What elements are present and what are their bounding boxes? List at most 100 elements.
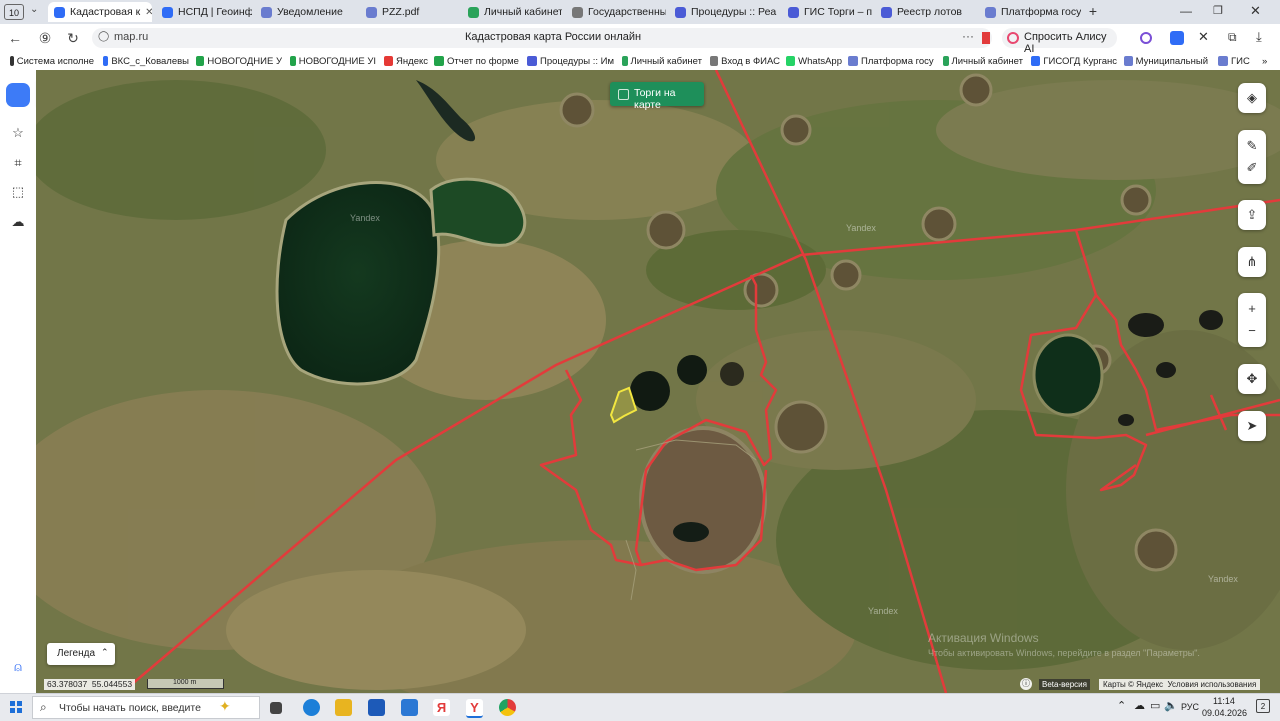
tab-list-chevron-icon[interactable]: ⌄ <box>30 4 38 15</box>
clock-time[interactable]: 11:14 <box>1213 696 1235 706</box>
extension-icon-2[interactable] <box>1170 31 1184 45</box>
chrome-icon[interactable] <box>499 699 516 716</box>
url-field[interactable]: ◯ map.ru Кадастровая карта России онлайн… <box>92 28 992 48</box>
measure-icon[interactable]: ⌗ <box>9 154 27 172</box>
checkbox-icon <box>618 89 629 100</box>
tab-favicon-icon <box>162 6 173 18</box>
edit-icon[interactable]: ✐ <box>1238 157 1266 179</box>
share-button[interactable]: ⋔ <box>1238 247 1266 277</box>
upload-button[interactable]: ⇪ <box>1238 200 1266 230</box>
geolocation-button[interactable]: ➤ <box>1238 411 1266 441</box>
bookmark-item[interactable]: ГИСОГД Курганс <box>1031 54 1117 68</box>
download-icon[interactable]: ⤓ <box>1256 29 1262 45</box>
bookmark-favicon-icon <box>943 56 949 66</box>
bookmark-item[interactable]: Муниципальный <box>1124 54 1208 68</box>
bookmark-favicon-icon <box>1218 56 1228 66</box>
satellite-map[interactable]: Yandex Yandex Yandex Yandex Торги на кар… <box>36 70 1280 693</box>
browser-tab[interactable]: Уведомление <box>255 2 357 22</box>
map-copyright[interactable]: Карты © Яндекс Условия использования <box>1099 679 1261 690</box>
info-icon[interactable]: ⓘ <box>1020 678 1032 690</box>
map-canvas[interactable] <box>36 70 1280 693</box>
file-explorer-icon[interactable] <box>335 699 352 716</box>
tray-chevron-icon[interactable]: ⌃ <box>1117 699 1126 712</box>
bookmark-item[interactable]: Личный кабинет <box>622 54 702 68</box>
bookmark-item[interactable]: ГИС <box>1218 54 1258 68</box>
bookmark-item[interactable]: Процедуры :: Им <box>527 54 615 68</box>
browser-tab[interactable]: Государственный <box>566 2 666 22</box>
task-view-icon[interactable] <box>270 702 282 714</box>
favorites-star-icon[interactable]: ☆ <box>9 124 27 142</box>
new-tab-button[interactable]: + <box>1085 3 1101 19</box>
minimize-icon[interactable]: — <box>1180 4 1192 18</box>
activation-subtitle: Чтобы активировать Windows, перейдите в … <box>928 648 1200 658</box>
browser-tab[interactable]: ГИС Торги – прод <box>782 2 872 22</box>
extension-icon-1[interactable] <box>1140 32 1152 44</box>
user-icon[interactable]: ⍝ <box>9 658 27 676</box>
url-text: map.ru <box>114 31 149 43</box>
bookmark-item[interactable]: Платформа госу <box>848 54 934 68</box>
close-tab-icon[interactable]: ✕ <box>145 7 152 18</box>
clock-date[interactable]: 09.04.2026 <box>1202 708 1247 718</box>
bookmark-item[interactable]: Вход в ФИАС <box>710 54 780 68</box>
auctions-on-map-toggle[interactable]: Торги на карте <box>610 82 704 111</box>
extension-icon-3[interactable]: ✕ <box>1198 29 1209 45</box>
bookmark-item[interactable]: Система исполне <box>10 54 94 68</box>
bookmark-item[interactable]: ВКС_с_Ковалевы <box>103 54 189 68</box>
tab-label: Уведомление <box>277 6 343 18</box>
alice-button[interactable]: Спросить Алису AI <box>1002 28 1117 55</box>
pencil-icon[interactable]: ✎ <box>1238 135 1266 157</box>
legend-button[interactable]: Легенда ⌃ <box>47 643 115 665</box>
bookmark-flag-icon[interactable] <box>982 32 990 44</box>
zoom-in-icon[interactable]: + <box>1238 298 1266 320</box>
browser-tab-bar: 10 ⌄ Кадастровая к ✕ НСПД | Геоинфор Уведом… <box>0 0 1280 24</box>
browser-tab[interactable]: Личный кабинет <box>462 2 562 22</box>
zoom-out-icon[interactable]: − <box>1238 320 1266 342</box>
yandex-browser-icon[interactable]: Y <box>466 699 483 718</box>
yandex-icon[interactable]: Я <box>433 699 450 716</box>
taskbar-search[interactable]: ⌕ Чтобы начать поиск, введите ✦ <box>32 696 260 719</box>
bookmark-item[interactable]: Яндекс <box>384 54 428 68</box>
edge-icon[interactable] <box>303 699 320 716</box>
browser-tab[interactable]: НСПД | Геоинфор <box>156 2 252 22</box>
app-logo-icon[interactable] <box>6 83 30 107</box>
notifications-icon[interactable]: 2 <box>1256 699 1270 713</box>
tab-favicon-icon <box>468 6 479 18</box>
windows-start-icon[interactable] <box>10 701 22 713</box>
bookmark-item[interactable]: Отчет по форме <box>434 54 520 68</box>
volume-icon[interactable]: 🔈 <box>1164 699 1178 712</box>
beta-badge[interactable]: Beta-версия <box>1039 679 1090 690</box>
tab-counter[interactable]: 10 <box>4 4 24 20</box>
input-language[interactable]: РУС <box>1181 702 1199 712</box>
browser-tab[interactable]: Платформа госуд <box>979 2 1081 22</box>
cloud-icon[interactable]: ☁ <box>9 213 27 231</box>
bookmark-favicon-icon <box>710 56 719 66</box>
browser-tab[interactable]: Процедуры :: Реа <box>669 2 779 22</box>
onedrive-icon[interactable]: ☁ <box>1134 699 1145 712</box>
bookmark-item[interactable]: НОВОГОДНИЕ УІ <box>290 54 376 68</box>
select-area-icon[interactable]: ⬚ <box>9 183 27 201</box>
bookmark-label: ГИСОГД Курганс <box>1043 55 1117 67</box>
outlook-icon[interactable] <box>401 699 418 716</box>
network-icon[interactable]: ▭ <box>1150 699 1160 712</box>
layers-icon: ◈ <box>1247 90 1257 105</box>
chevron-up-icon: ⌃ <box>101 647 109 657</box>
bookmarks-overflow-icon[interactable]: » <box>1262 54 1267 68</box>
browser-tab[interactable]: PZZ.pdf <box>360 2 460 22</box>
bookmark-item[interactable]: НОВОГОДНИЕ У <box>196 54 282 68</box>
reload-icon[interactable]: ↻ <box>64 29 82 47</box>
store-icon[interactable] <box>368 699 385 716</box>
pan-button[interactable]: ✥ <box>1238 364 1266 394</box>
tab-label: ГИС Торги – прод <box>804 6 872 18</box>
browser-tab[interactable]: Реестр лотов <box>875 2 975 22</box>
tab-favicon-icon <box>366 6 377 18</box>
back-arrow-icon[interactable]: ← <box>6 29 24 47</box>
bookmark-item[interactable]: WhatsApp <box>786 54 842 68</box>
maximize-icon[interactable]: ❐ <box>1213 4 1223 17</box>
close-window-icon[interactable]: ✕ <box>1250 3 1261 19</box>
layers-button[interactable]: ◈ <box>1238 83 1266 113</box>
yandex-home-icon[interactable]: ⑨ <box>36 29 54 47</box>
extension-icon-4[interactable]: ⧉ <box>1228 30 1237 45</box>
bookmark-item[interactable]: Личный кабинет <box>943 54 1023 68</box>
browser-tab[interactable]: Кадастровая к ✕ <box>48 2 152 22</box>
more-icon[interactable]: ··· <box>962 29 974 43</box>
